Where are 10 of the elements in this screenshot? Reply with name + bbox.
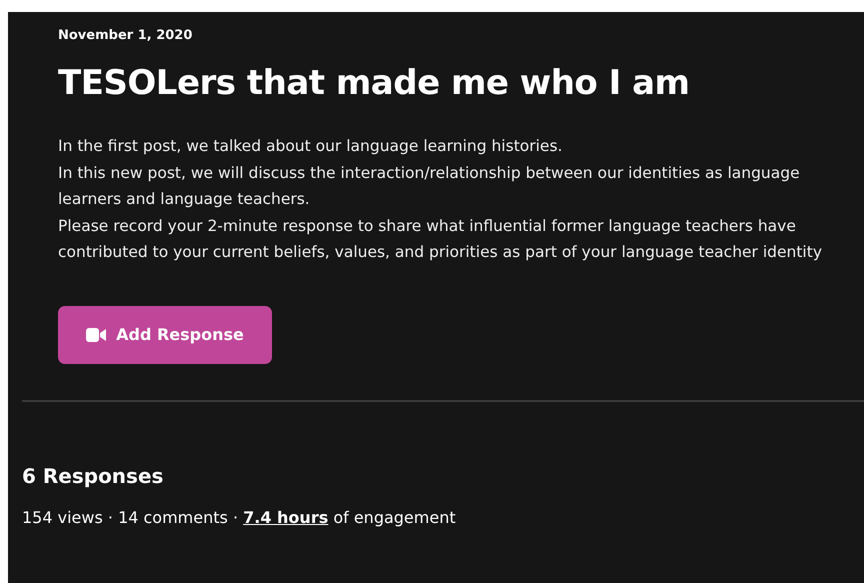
description-text: In this new post, we will discuss the interaction/relationship between our identities as language learners and language teachers. bbox=[58, 162, 801, 210]
responses-heading: 6 Responses bbox=[22, 464, 164, 488]
description-text: In the first post, we talked about our language learning histories. bbox=[58, 136, 564, 157]
description-text: Please record your 2-minute response to share what influential former language teachers have contributed to your current beliefs, values, and priorities as part of your language teacher identity bbox=[58, 216, 823, 263]
engagement-stats: 154 views · 14 comments · 7.4 hours of engagement bbox=[22, 508, 457, 526]
hours-link[interactable]: 7.4 hours bbox=[243, 508, 328, 526]
post-title: TESOLers that made me who I am bbox=[58, 63, 690, 103]
video-camera-icon bbox=[86, 328, 106, 342]
post-date: November 1, 2020 bbox=[58, 28, 194, 43]
add-response-button[interactable]: Add Response bbox=[58, 306, 272, 364]
